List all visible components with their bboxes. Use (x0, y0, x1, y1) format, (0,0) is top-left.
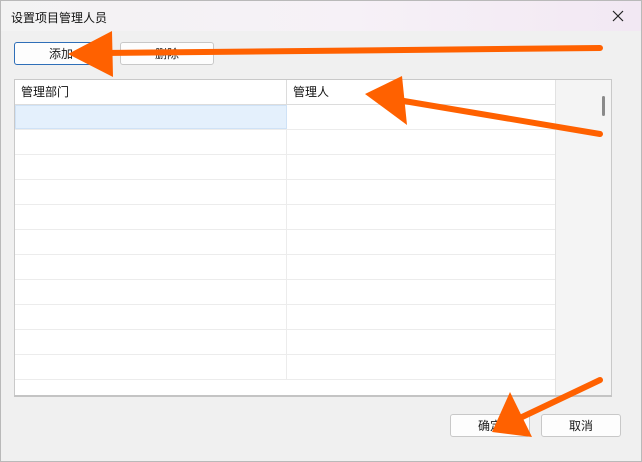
table-row[interactable] (15, 130, 557, 155)
department-cell[interactable] (15, 255, 287, 279)
department-cell[interactable] (15, 330, 287, 354)
column-header-manager[interactable]: 管理人 (287, 80, 557, 104)
grid-rows (15, 105, 557, 380)
column-header-department[interactable]: 管理部门 (15, 80, 287, 104)
manager-cell[interactable] (287, 105, 557, 129)
department-cell[interactable] (15, 280, 287, 304)
table-row[interactable] (15, 255, 557, 280)
department-cell[interactable] (15, 355, 287, 379)
grid-bottom-edge (14, 395, 612, 397)
table-row[interactable] (15, 230, 557, 255)
grid-header: 管理部门 管理人 (15, 80, 557, 105)
close-button[interactable] (595, 1, 641, 31)
manager-cell[interactable] (287, 205, 557, 229)
manager-cell[interactable] (287, 255, 557, 279)
manager-cell[interactable] (287, 230, 557, 254)
dialog-window: 设置项目管理人员 添加 删除 管理部门 管理人 确定 取消 (0, 0, 642, 462)
manager-cell[interactable] (287, 330, 557, 354)
manager-cell[interactable] (287, 305, 557, 329)
department-cell[interactable] (15, 180, 287, 204)
department-cell[interactable] (15, 105, 287, 129)
table-row[interactable] (15, 355, 557, 380)
manager-grid[interactable]: 管理部门 管理人 (14, 79, 612, 397)
vertical-scrollbar[interactable] (555, 80, 611, 396)
manager-cell[interactable] (287, 355, 557, 379)
cancel-button-label: 取消 (568, 419, 593, 433)
table-row[interactable] (15, 180, 557, 205)
table-row[interactable] (15, 330, 557, 355)
manager-cell[interactable] (287, 155, 557, 179)
table-row[interactable] (15, 105, 557, 130)
ok-button[interactable]: 确定 (450, 414, 530, 437)
department-cell[interactable] (15, 205, 287, 229)
table-row[interactable] (15, 155, 557, 180)
window-title: 设置项目管理人员 (11, 11, 108, 25)
manager-cell[interactable] (287, 280, 557, 304)
table-row[interactable] (15, 305, 557, 330)
table-row[interactable] (15, 280, 557, 305)
scrollbar-thumb[interactable] (602, 96, 605, 116)
title-bar: 设置项目管理人员 (1, 1, 641, 31)
department-cell[interactable] (15, 305, 287, 329)
delete-button[interactable]: 删除 (120, 42, 214, 65)
manager-cell[interactable] (287, 130, 557, 154)
ok-button-label: 确定 (477, 419, 502, 433)
delete-button-label: 删除 (154, 47, 179, 61)
table-row[interactable] (15, 205, 557, 230)
cancel-button[interactable]: 取消 (541, 414, 621, 437)
department-cell[interactable] (15, 155, 287, 179)
department-cell[interactable] (15, 230, 287, 254)
manager-cell[interactable] (287, 180, 557, 204)
add-button-label: 添加 (48, 47, 73, 61)
department-cell[interactable] (15, 130, 287, 154)
close-icon (612, 10, 624, 22)
add-button[interactable]: 添加 (14, 42, 108, 65)
